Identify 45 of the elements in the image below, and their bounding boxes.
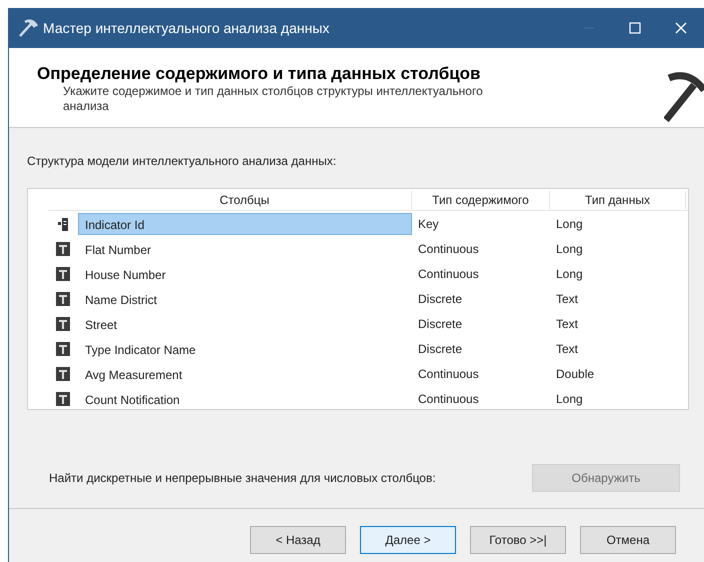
column-name-cell[interactable]: Avg Measurement <box>78 362 412 384</box>
wizard-button[interactable]: Отмена <box>580 526 676 554</box>
column-header[interactable]: Столбцы <box>48 191 412 209</box>
table-cell-text: Key <box>417 216 440 232</box>
column-name-cell[interactable]: Flat Number <box>78 238 412 260</box>
table-cell-text: Double <box>555 366 596 382</box>
table-cell-text: Discrete <box>417 340 464 358</box>
table-cell-text: Continuous <box>417 390 480 408</box>
column-name-cell[interactable]: Type Indicator Name <box>78 338 412 360</box>
table-column-icon <box>56 266 70 280</box>
key-column-icon <box>58 216 68 230</box>
column-name-cell[interactable]: Name District <box>78 288 412 310</box>
table-column-icon <box>56 392 70 406</box>
wizard-button[interactable]: < Назад <box>250 526 346 554</box>
column-name-cell[interactable]: Indicator Id <box>78 212 412 234</box>
pickaxe-icon <box>17 18 39 38</box>
table-column-icon <box>56 292 70 306</box>
table-cell-text: Discrete <box>417 316 464 332</box>
wizard-button[interactable]: Далее > <box>360 526 456 554</box>
structure-label: Структура модели интеллектуального анализа данных: <box>27 153 338 170</box>
column-name-cell[interactable]: House Number <box>78 262 412 284</box>
window-title: Мастер интеллектуального анализа данных <box>43 18 330 38</box>
table-cell-text: Text <box>555 340 580 358</box>
column-name-cell[interactable]: Street <box>78 312 412 334</box>
table-cell-text: Continuous <box>417 366 480 382</box>
column-header[interactable]: Тип данных <box>550 191 686 209</box>
table-cell-text: Long <box>555 216 584 232</box>
table-cell-text: Long <box>555 240 584 258</box>
table-column-icon <box>56 242 70 256</box>
table-cell-text: Text <box>555 290 580 308</box>
detect-label: Найти дискретные и непрерывные значения для числовых столбцов: <box>49 470 436 487</box>
table-cell-text: Continuous <box>417 266 480 282</box>
wizard-button[interactable]: Готово >>| <box>470 526 566 554</box>
page-subtitle: Укажите содержимое и тип данных столбцов структуры интеллектуального анализа <box>63 84 484 114</box>
column-name-cell[interactable]: Count Notification <box>78 388 412 410</box>
table-column-icon <box>56 342 70 356</box>
table-cell-text: Long <box>555 390 584 408</box>
table-column-icon <box>56 366 70 380</box>
page-title: Определение содержимого и типа данных столбцов <box>37 64 482 84</box>
column-header[interactable]: Тип содержимого <box>412 191 550 209</box>
table-cell-text: Continuous <box>417 240 480 258</box>
table-cell-text: Long <box>555 266 584 282</box>
table-cell-text: Text <box>555 316 580 332</box>
table-cell-text: Discrete <box>417 290 464 308</box>
table-column-icon <box>56 316 70 330</box>
